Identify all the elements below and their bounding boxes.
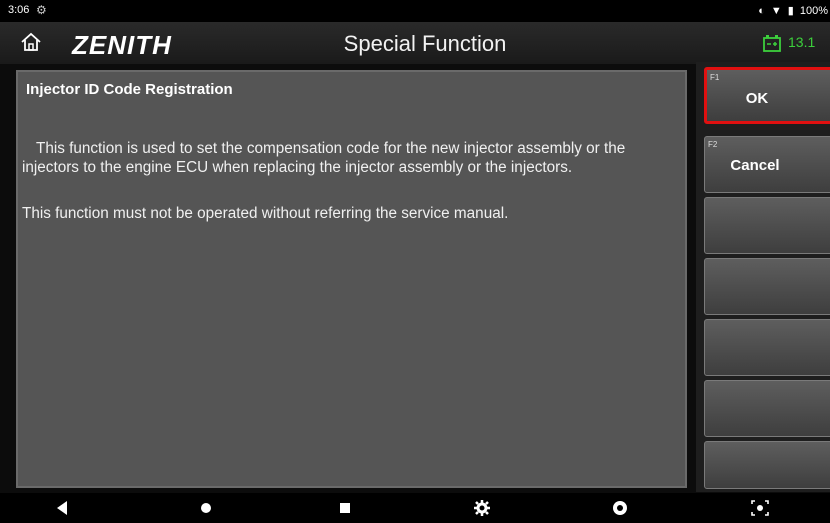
ok-button-label: OK	[745, 90, 769, 107]
function-key-button-7[interactable]	[704, 441, 830, 489]
android-nav-bar	[0, 493, 830, 523]
function-key-button-3[interactable]	[704, 197, 830, 254]
ok-button[interactable]: F1 OK	[704, 67, 830, 124]
app-header: ZENITH Special Function 13.1	[0, 22, 830, 64]
status-right: ◐ ▼ ▮ 100%	[758, 4, 828, 18]
battery-status-icon: ▮	[787, 5, 794, 17]
page-title: Special Function	[343, 31, 507, 56]
vehicle-battery-icon	[763, 35, 781, 52]
function-key-button-5[interactable]	[704, 319, 830, 376]
function-key-button-4[interactable]	[704, 258, 830, 315]
cancel-button[interactable]: F2 Cancel	[704, 136, 830, 193]
status-time: 3:06	[8, 4, 30, 16]
settings-icon[interactable]	[472, 499, 492, 517]
info-panel: Injector ID Code Registration This funct…	[16, 70, 687, 488]
function-heading: Injector ID Code Registration	[26, 81, 233, 98]
wifi-icon: ▼	[770, 4, 782, 17]
fkey-label: F2	[708, 140, 718, 149]
chrome-icon[interactable]	[610, 499, 630, 517]
warning-paragraph: This function must not be operated witho…	[22, 205, 509, 222]
screenshot-icon[interactable]	[750, 499, 770, 517]
status-bar: 3:06 ⚙ ◐ ▼ ▮ 100%	[0, 0, 830, 22]
function-key-button-6[interactable]	[704, 380, 830, 437]
back-icon[interactable]	[52, 499, 72, 517]
vibrate-icon: ◐	[758, 4, 765, 17]
description-paragraph: This function is used to set the compens…	[22, 140, 626, 176]
settings-notification-icon: ⚙	[36, 3, 47, 17]
battery-voltage: 13.1	[788, 34, 816, 50]
home-nav-icon[interactable]	[196, 499, 216, 517]
battery-percent: 100%	[799, 4, 828, 17]
fkey-label: F1	[710, 73, 720, 82]
cancel-button-label: Cancel	[730, 157, 780, 174]
recents-icon[interactable]	[335, 499, 355, 517]
